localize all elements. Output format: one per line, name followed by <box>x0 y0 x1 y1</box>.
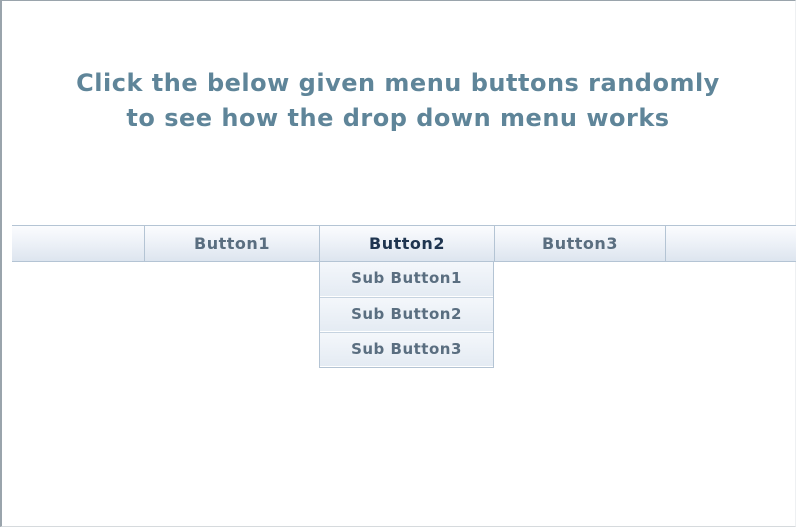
menu-bar-spacer <box>12 226 145 261</box>
menu-bar: Button1 Button2 Button3 <box>12 225 796 262</box>
instructions-line-1: Click the below given menu buttons rando… <box>76 69 720 97</box>
menu-button-2[interactable]: Button2 <box>320 226 495 261</box>
sub-button-3[interactable]: Sub Button3 <box>320 332 493 367</box>
sub-button-2[interactable]: Sub Button2 <box>320 297 493 332</box>
dropdown-menu: Sub Button1 Sub Button2 Sub Button3 <box>319 262 494 368</box>
instructions-line-2: to see how the drop down menu works <box>126 104 670 132</box>
sub-button-1[interactable]: Sub Button1 <box>320 262 493 297</box>
menu-button-1[interactable]: Button1 <box>145 226 320 261</box>
menu-button-3[interactable]: Button3 <box>495 226 666 261</box>
instructions-heading: Click the below given menu buttons rando… <box>0 66 796 136</box>
